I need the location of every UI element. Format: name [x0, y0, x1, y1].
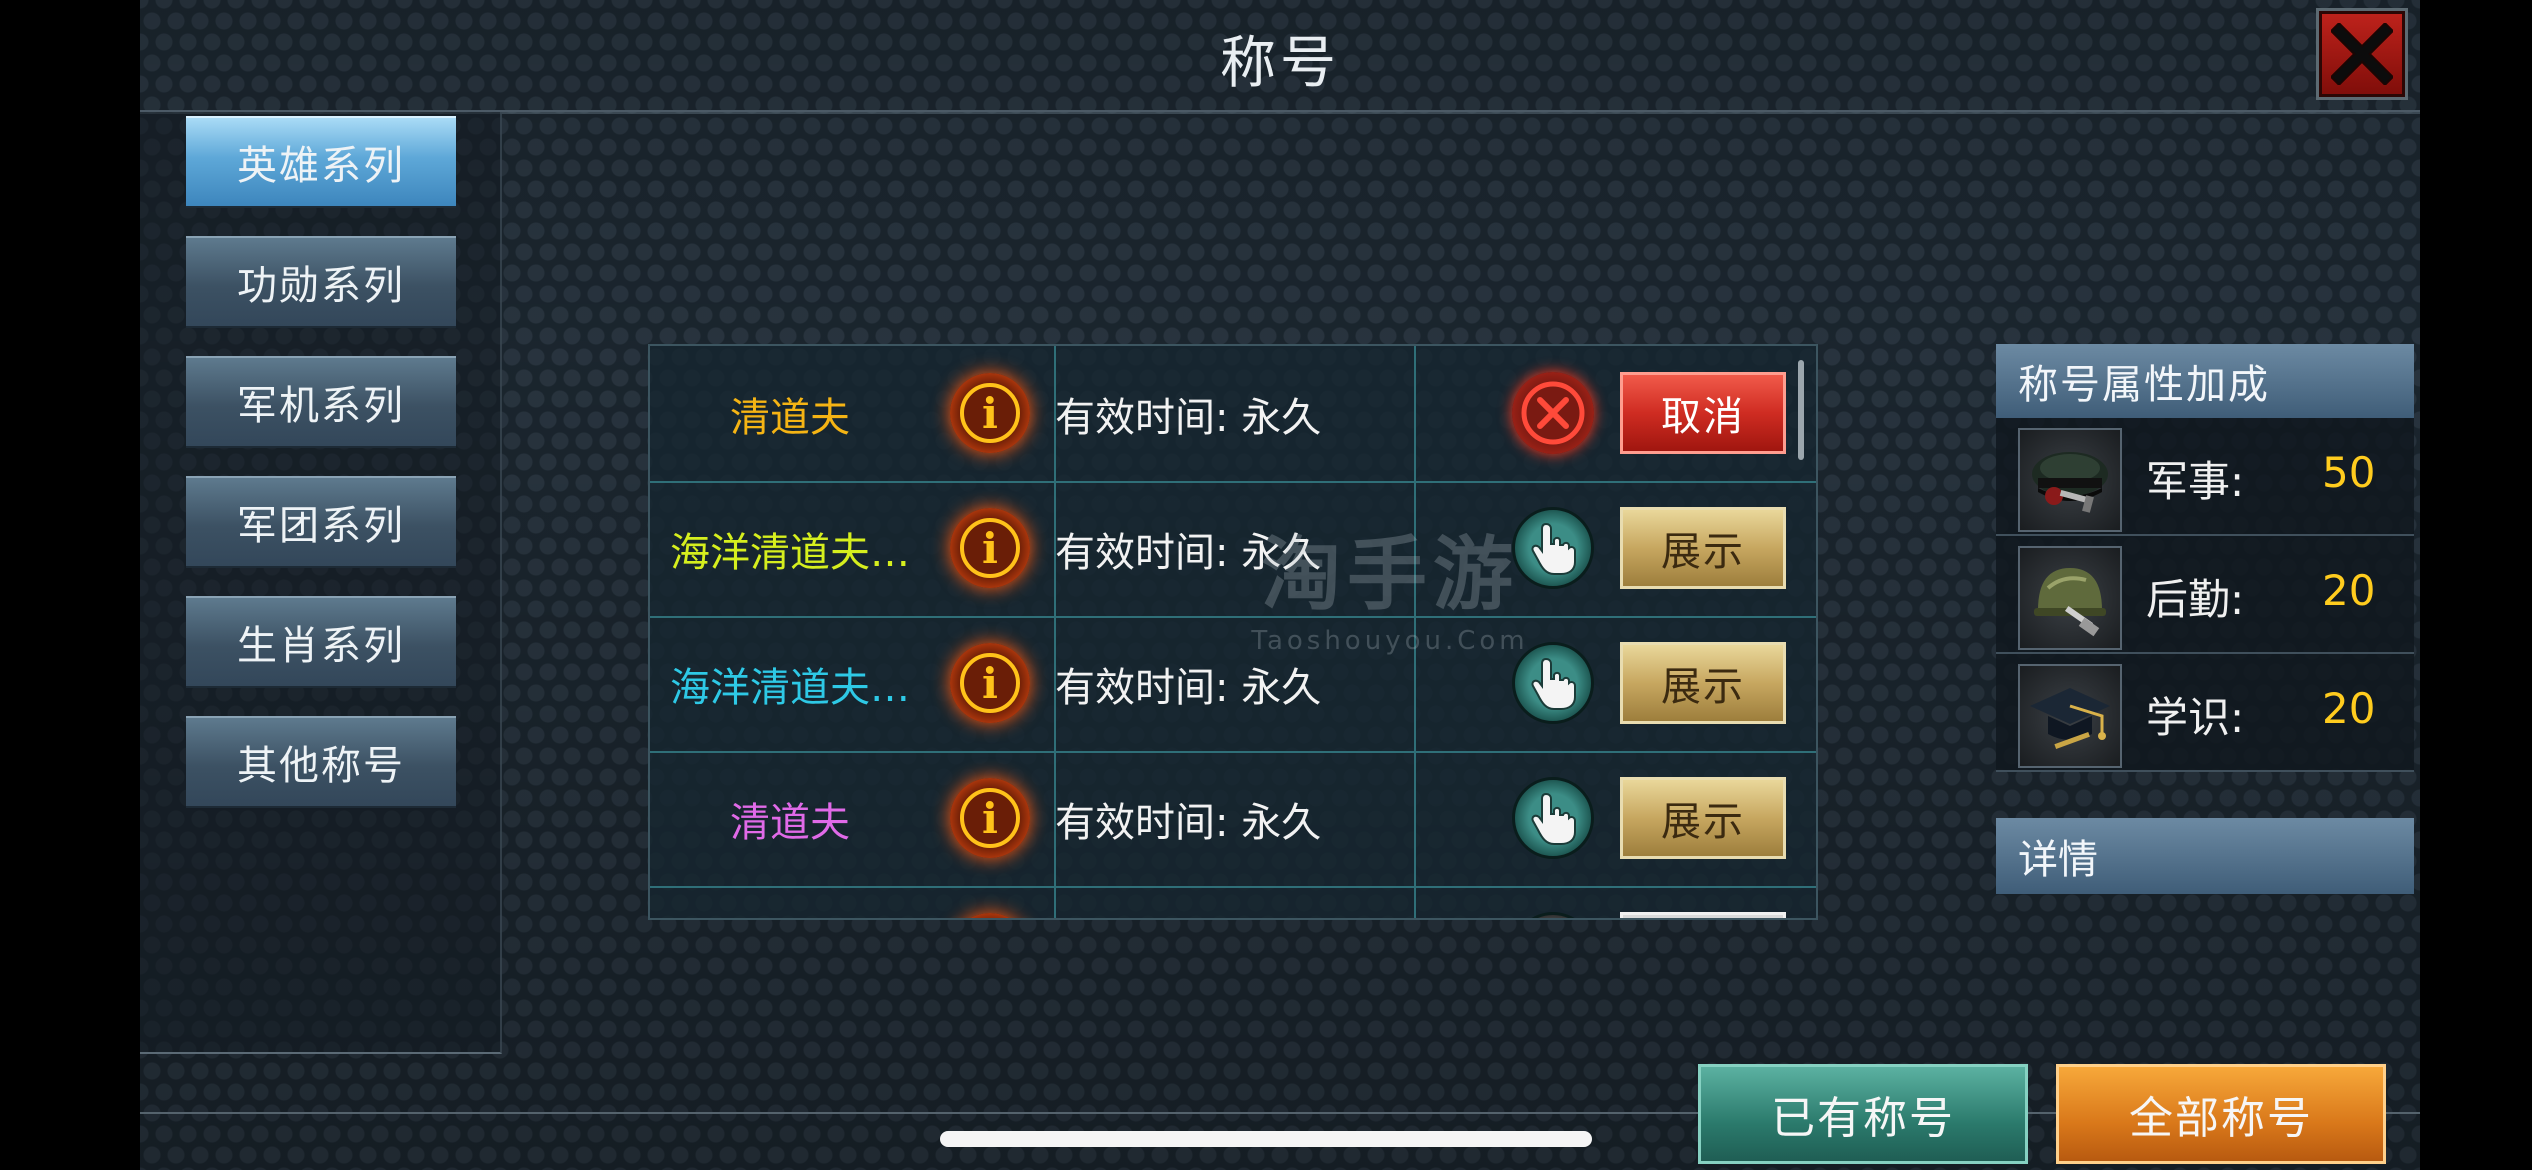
sidebar-item-aircraft[interactable]: 军机系列 — [186, 356, 456, 448]
attribute-value: 20 — [2322, 684, 2376, 733]
category-sidebar: 英雄系列 功勋系列 军机系列 军团系列 生肖系列 其他称号 — [140, 112, 502, 1054]
cancel-button[interactable]: 取消 — [1620, 372, 1786, 454]
attribute-value: 50 — [2322, 448, 2376, 497]
attribute-label: 学识: — [2146, 693, 2245, 742]
attribute-panel: 称号属性加成 军事: 50 后勤: 20 学识: 20 详情 — [1996, 344, 2414, 914]
valid-time: 有效时间: 永久 — [1055, 529, 1322, 576]
attribute-row: 学识: 20 — [1996, 654, 2414, 772]
title-window: 称号 英雄系列 功勋系列 军机系列 军团系列 生肖系列 其他称号 清道夫 i 有… — [140, 0, 2420, 1170]
sidebar-item-hero[interactable]: 英雄系列 — [186, 116, 456, 208]
info-icon[interactable]: i — [950, 373, 1030, 453]
sidebar-item-other[interactable]: 其他称号 — [186, 716, 456, 808]
title-name: 清道夫 — [730, 799, 850, 846]
officer-cap-icon — [2018, 428, 2122, 532]
scrollbar[interactable] — [1798, 360, 1804, 460]
attribute-label: 军事: — [2146, 457, 2245, 506]
cancel-icon — [1512, 372, 1594, 454]
attribute-value: 20 — [2322, 566, 2376, 615]
list-item: 清道夫 i 有效时间: 永久 取消 — [650, 346, 1816, 483]
hand-pointer-icon — [1512, 642, 1594, 724]
show-button[interactable]: 展示 — [1620, 507, 1786, 589]
sidebar-item-zodiac[interactable]: 生肖系列 — [186, 596, 456, 688]
info-icon[interactable]: i — [950, 508, 1030, 588]
attribute-panel-header: 称号属性加成 — [1996, 344, 2414, 418]
hand-pointer-icon — [1512, 912, 1594, 918]
info-icon[interactable]: i — [950, 643, 1030, 723]
graduation-cap-icon — [2018, 664, 2122, 768]
hand-pointer-icon — [1512, 777, 1594, 859]
close-icon — [2331, 23, 2393, 85]
show-button[interactable]: 展示 — [1620, 777, 1786, 859]
title-name: 海洋清道夫… — [670, 664, 910, 711]
all-titles-button[interactable]: 全部称号 — [2056, 1064, 2386, 1164]
attribute-label: 后勤: — [2146, 575, 2245, 624]
title-list: 清道夫 i 有效时间: 永久 取消 海洋清道夫… i 有效时间: 永久 展示 海… — [648, 344, 1818, 920]
detail-header: 详情 — [1996, 818, 2414, 894]
helmet-icon — [2018, 546, 2122, 650]
owned-titles-button[interactable]: 已有称号 — [1698, 1064, 2028, 1164]
hand-pointer-icon — [1512, 507, 1594, 589]
sidebar-item-merit[interactable]: 功勋系列 — [186, 236, 456, 328]
info-icon[interactable]: i — [950, 778, 1030, 858]
valid-time: 有效时间: 永久 — [1055, 394, 1322, 441]
list-item: 海洋清道夫… i 有效时间: 永久 展示 — [650, 616, 1816, 753]
attribute-row: 后勤: 20 — [1996, 536, 2414, 654]
show-button[interactable]: 展示 — [1620, 642, 1786, 724]
attribute-row: 军事: 50 — [1996, 418, 2414, 536]
list-item: 海洋清道夫… i 有效时间: 永久 展示 — [650, 481, 1816, 618]
partial-button[interactable] — [1620, 912, 1786, 918]
title-name: 清道夫 — [730, 394, 850, 441]
valid-time: 有效时间: 永久 — [1055, 799, 1322, 846]
home-indicator[interactable] — [940, 1131, 1592, 1147]
info-icon[interactable]: i — [950, 913, 1030, 918]
title-name: 海洋清道夫… — [670, 529, 910, 576]
list-item: i — [650, 886, 1816, 918]
list-item: 清道夫 i 有效时间: 永久 展示 — [650, 751, 1816, 888]
sidebar-item-legion[interactable]: 军团系列 — [186, 476, 456, 568]
title-bar: 称号 — [140, 0, 2420, 112]
close-button[interactable] — [2316, 8, 2408, 100]
page-title: 称号 — [1220, 31, 1340, 96]
valid-time: 有效时间: 永久 — [1055, 664, 1322, 711]
